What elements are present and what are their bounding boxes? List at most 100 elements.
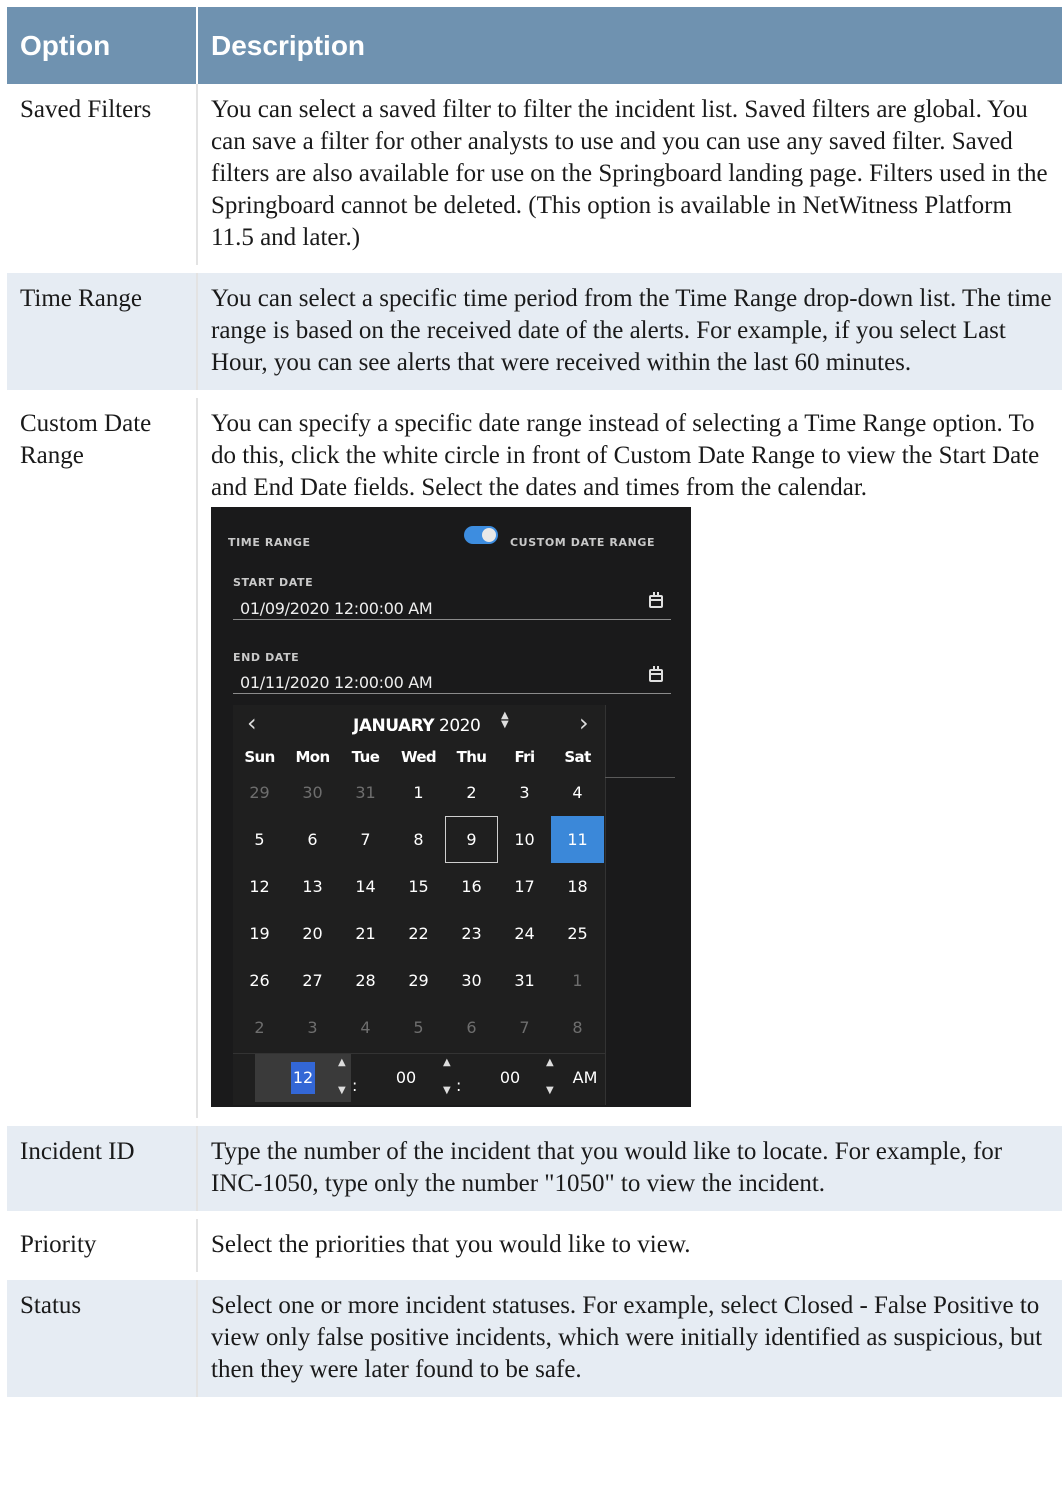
option-cell: Custom Date Range — [7, 390, 198, 1122]
table-row: Status Select one or more incident statu… — [7, 1272, 1062, 1397]
table-row: Priority Select the priorities that you … — [7, 1211, 1062, 1276]
calendar-day[interactable]: 24 — [498, 910, 551, 957]
calendar-day[interactable]: 2 — [445, 769, 498, 816]
calendar-day[interactable]: 27 — [286, 957, 339, 1004]
calendar-day[interactable]: 14 — [339, 863, 392, 910]
calendar-day[interactable]: 6 — [286, 816, 339, 863]
calendar-day[interactable]: 2 — [233, 1004, 286, 1051]
calendar-day[interactable]: 8 — [392, 816, 445, 863]
header-description: Description — [196, 7, 1062, 84]
calendar-header: ‹ JANUARY 2020 ▲ ▼ › — [233, 705, 605, 737]
calendar-day[interactable]: 13 — [286, 863, 339, 910]
end-date-field[interactable]: 01/11/2020 12:00:00 AM — [233, 663, 671, 694]
header-option: Option — [7, 7, 197, 84]
calendar-day[interactable]: 15 — [392, 863, 445, 910]
calendar-icon[interactable] — [649, 592, 663, 608]
calendar-day[interactable]: 16 — [445, 863, 498, 910]
description-cell: You can specify a specific date range in… — [197, 390, 1062, 1122]
calendar-day[interactable]: 17 — [498, 863, 551, 910]
calendar-day[interactable]: 11 — [551, 816, 604, 863]
table-row: Incident ID Type the number of the incid… — [7, 1118, 1062, 1215]
calendar-day[interactable]: 19 — [233, 910, 286, 957]
description-text: You can specify a specific date range in… — [211, 410, 1040, 501]
description-cell: You can select a specific time period fr… — [197, 265, 1062, 394]
minute-value: 00 — [395, 1068, 417, 1087]
calendar-day[interactable]: 22 — [392, 910, 445, 957]
description-cell: Select one or more incident statuses. Fo… — [197, 1272, 1062, 1397]
calendar-icon[interactable] — [649, 666, 663, 682]
calendar-day[interactable]: 8 — [551, 1004, 604, 1051]
spinner-icon[interactable]: ▲ ▼ — [501, 711, 509, 730]
end-date-value: 01/11/2020 12:00:00 AM — [240, 673, 433, 692]
month-year-label[interactable]: JANUARY 2020 — [353, 710, 481, 742]
time-separator: : — [456, 1076, 462, 1095]
calendar-days-grid: 29 30 31 1 2 3 4 5 6 7 8 9 10 11 12 13 14 15 16 17 18 19 20 21 2… — [233, 769, 605, 1051]
calendar-day[interactable]: 4 — [339, 1004, 392, 1051]
calendar-day[interactable]: 21 — [339, 910, 392, 957]
calendar-day[interactable]: 10 — [498, 816, 551, 863]
calendar-day[interactable]: 5 — [392, 1004, 445, 1051]
chevron-left-icon[interactable]: ‹ — [247, 707, 257, 739]
calendar-day[interactable]: 25 — [551, 910, 604, 957]
calendar-day[interactable]: 28 — [339, 957, 392, 1004]
minute-input[interactable]: 00 — [383, 1054, 429, 1102]
time-separator: : — [352, 1076, 358, 1095]
ampm-value: AM — [572, 1068, 598, 1087]
table-row: Time Range You can select a specific tim… — [7, 265, 1062, 394]
custom-date-range-toggle[interactable] — [464, 526, 498, 544]
calendar-day[interactable]: 29 — [233, 769, 286, 816]
calendar-day[interactable]: 1 — [392, 769, 445, 816]
header-row: Option Description — [7, 7, 1062, 84]
calendar-day[interactable]: 23 — [445, 910, 498, 957]
second-down-arrow-icon[interactable]: ▼ — [546, 1086, 554, 1096]
table-row: Saved Filters You can select a saved fil… — [7, 84, 1062, 269]
calendar-day[interactable]: 31 — [339, 769, 392, 816]
start-date-field[interactable]: 01/09/2020 12:00:00 AM — [233, 589, 671, 620]
option-cell: Saved Filters — [7, 84, 198, 269]
month-label: JANUARY — [353, 716, 435, 736]
second-input[interactable]: 00 — [487, 1054, 533, 1102]
calendar-day[interactable]: 31 — [498, 957, 551, 1004]
minute-down-arrow-icon[interactable]: ▼ — [443, 1086, 451, 1096]
calendar-day[interactable]: 29 — [392, 957, 445, 1004]
calendar-popup: ‹ JANUARY 2020 ▲ ▼ › Sun Mon Tue Wed Thu … — [233, 705, 606, 1105]
hour-down-arrow-icon[interactable]: ▼ — [338, 1086, 346, 1096]
calendar-day[interactable]: 9 — [445, 816, 498, 863]
calendar-day[interactable]: 30 — [445, 957, 498, 1004]
calendar-day[interactable]: 4 — [551, 769, 604, 816]
table-row: Custom Date Range You can specify a spec… — [7, 390, 1062, 1122]
divider — [605, 777, 675, 778]
calendar-day[interactable]: 20 — [286, 910, 339, 957]
minute-up-arrow-icon[interactable]: ▲ — [443, 1058, 451, 1068]
time-range-label: TIME RANGE — [228, 536, 311, 549]
time-picker: 12 ▲ ▼ : 00 ▲ ▼ : 00 ▲ ▼ AM — [233, 1053, 605, 1104]
calendar-day[interactable]: 18 — [551, 863, 604, 910]
option-cell: Priority — [7, 1211, 198, 1276]
description-cell: Type the number of the incident that you… — [197, 1118, 1062, 1215]
start-date-value: 01/09/2020 12:00:00 AM — [240, 599, 433, 618]
description-cell: Select the priorities that you would lik… — [197, 1211, 1062, 1276]
second-up-arrow-icon[interactable]: ▲ — [546, 1058, 554, 1068]
second-value: 00 — [499, 1068, 521, 1087]
toggle-knob — [482, 528, 496, 542]
ampm-toggle[interactable]: AM — [567, 1054, 603, 1102]
calendar-day[interactable]: 7 — [339, 816, 392, 863]
calendar-day[interactable]: 3 — [286, 1004, 339, 1051]
calendar-day[interactable]: 26 — [233, 957, 286, 1004]
calendar-day[interactable]: 1 — [551, 957, 604, 1004]
custom-date-range-screenshot: TIME RANGE CUSTOM DATE RANGE START DATE … — [211, 507, 691, 1107]
calendar-day[interactable]: 30 — [286, 769, 339, 816]
calendar-day[interactable]: 3 — [498, 769, 551, 816]
calendar-day[interactable]: 7 — [498, 1004, 551, 1051]
options-table: Option Description Saved Filters You can… — [7, 7, 1062, 1397]
chevron-right-icon[interactable]: › — [579, 707, 589, 739]
option-cell: Incident ID — [7, 1118, 198, 1215]
calendar-day[interactable]: 6 — [445, 1004, 498, 1051]
calendar-day[interactable]: 5 — [233, 816, 286, 863]
option-cell: Status — [7, 1272, 198, 1397]
hour-value: 12 — [290, 1062, 316, 1094]
calendar-day[interactable]: 12 — [233, 863, 286, 910]
description-cell: You can select a saved filter to filter … — [197, 84, 1062, 269]
hour-input[interactable]: 12 — [255, 1054, 351, 1102]
hour-up-arrow-icon[interactable]: ▲ — [338, 1058, 346, 1068]
